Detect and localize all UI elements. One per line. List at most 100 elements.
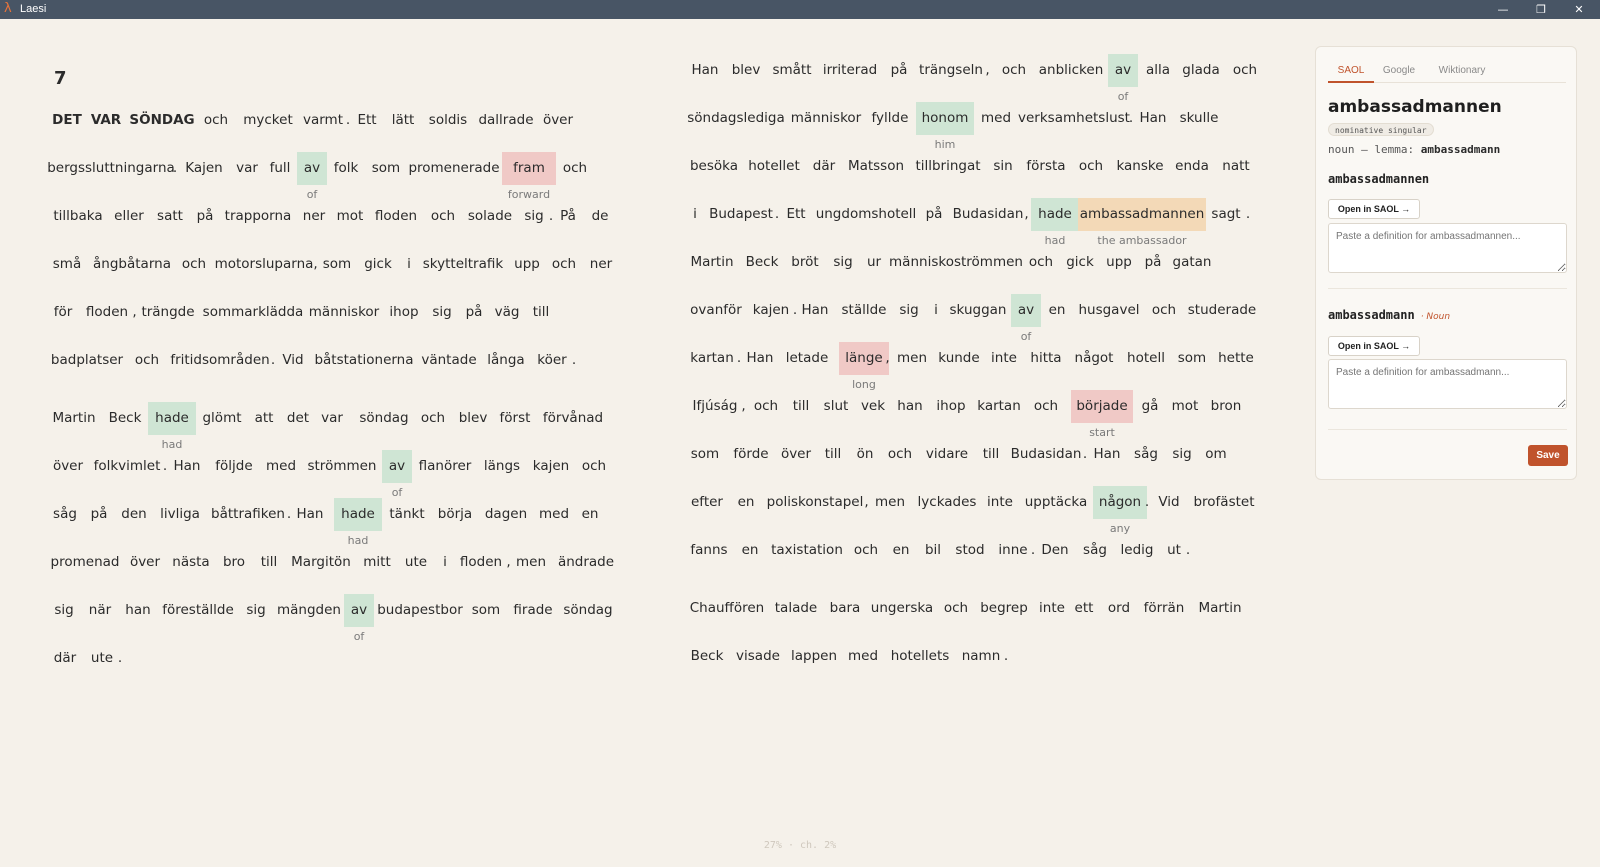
word[interactable]: båttrafiken bbox=[207, 486, 289, 534]
word[interactable]: med bbox=[533, 486, 575, 534]
word[interactable]: Han bbox=[1087, 426, 1127, 474]
word[interactable]: VAR bbox=[86, 92, 126, 140]
word[interactable]: mitt bbox=[357, 534, 397, 582]
word[interactable]: ungdomshotell bbox=[813, 186, 919, 234]
word[interactable]: en bbox=[575, 486, 605, 534]
word[interactable]: något bbox=[1069, 330, 1119, 378]
word[interactable]: enda bbox=[1169, 138, 1215, 186]
word[interactable]: fritidsområden bbox=[167, 332, 273, 380]
word[interactable]: söndag bbox=[354, 390, 414, 438]
word[interactable]: söndagslediga bbox=[685, 90, 787, 138]
word[interactable]: och bbox=[197, 92, 235, 140]
word[interactable]: i bbox=[399, 236, 419, 284]
highlighted-word[interactable]: av of bbox=[1011, 282, 1041, 343]
word[interactable]: . bbox=[110, 630, 130, 678]
word[interactable]: ute bbox=[398, 534, 434, 582]
word[interactable]: . bbox=[564, 332, 584, 380]
word[interactable]: och bbox=[1027, 378, 1065, 426]
word[interactable]: folk bbox=[327, 140, 365, 188]
word[interactable]: ovanför bbox=[685, 282, 747, 330]
word[interactable]: Vid bbox=[1151, 474, 1187, 522]
word[interactable]: följde bbox=[209, 438, 259, 486]
word[interactable]: trapporna bbox=[220, 188, 296, 236]
word[interactable]: Den bbox=[1035, 522, 1075, 570]
maximize-icon[interactable]: ❐ bbox=[1522, 0, 1560, 19]
word[interactable]: de bbox=[585, 188, 615, 236]
highlighted-word[interactable]: av of bbox=[297, 140, 327, 201]
close-icon[interactable]: ✕ bbox=[1560, 0, 1598, 19]
word[interactable]: och bbox=[414, 390, 452, 438]
word[interactable]: alla bbox=[1139, 42, 1177, 90]
word[interactable]: till bbox=[817, 426, 849, 474]
word[interactable]: till bbox=[525, 284, 557, 332]
highlighted-word[interactable]: började start bbox=[1071, 378, 1133, 439]
word[interactable]: ur bbox=[860, 234, 888, 282]
word[interactable]: på bbox=[459, 284, 489, 332]
word[interactable]: natt bbox=[1216, 138, 1256, 186]
word[interactable]: vek bbox=[855, 378, 891, 426]
word[interactable]: upp bbox=[1100, 234, 1138, 282]
word[interactable]: budapestbor bbox=[375, 582, 465, 630]
word[interactable]: strömmen bbox=[303, 438, 381, 486]
word[interactable]: lappen bbox=[786, 628, 842, 676]
word[interactable]: ledig bbox=[1114, 522, 1160, 570]
open-in-saol-button[interactable]: Open in SAOL → bbox=[1328, 199, 1420, 219]
word[interactable]: upptäcka bbox=[1020, 474, 1092, 522]
word[interactable]: och bbox=[1022, 234, 1060, 282]
word[interactable]: Matsson bbox=[842, 138, 910, 186]
word[interactable]: men bbox=[869, 474, 911, 522]
word[interactable]: bil bbox=[918, 522, 948, 570]
word[interactable]: Chauffören bbox=[685, 580, 769, 628]
word[interactable]: flanörer bbox=[413, 438, 477, 486]
word[interactable]: mängden bbox=[273, 582, 345, 630]
word[interactable]: förde bbox=[727, 426, 775, 474]
word[interactable]: en bbox=[735, 522, 765, 570]
word[interactable]: irriterad bbox=[817, 42, 883, 90]
word[interactable]: talade bbox=[769, 580, 823, 628]
word[interactable]: och bbox=[1145, 282, 1183, 330]
word[interactable]: tänkt bbox=[383, 486, 431, 534]
word[interactable]: hotellets bbox=[885, 628, 955, 676]
word[interactable]: taxistation bbox=[767, 522, 847, 570]
word[interactable]: dagen bbox=[479, 486, 533, 534]
word[interactable]: i bbox=[435, 534, 455, 582]
word[interactable]: Han bbox=[1133, 90, 1173, 138]
word[interactable]: Han bbox=[685, 42, 725, 90]
word[interactable]: hitta bbox=[1024, 330, 1068, 378]
word[interactable]: Han bbox=[740, 330, 780, 378]
word[interactable]: och bbox=[1226, 42, 1264, 90]
word[interactable]: på bbox=[884, 42, 914, 90]
word[interactable]: trängseln bbox=[914, 42, 988, 90]
highlighted-word[interactable]: av of bbox=[382, 438, 412, 499]
word[interactable]: promenerade bbox=[406, 140, 502, 188]
word[interactable]: att bbox=[248, 390, 280, 438]
word[interactable]: begrep bbox=[975, 580, 1033, 628]
highlighted-word[interactable]: av of bbox=[344, 582, 374, 643]
word[interactable]: gick bbox=[358, 236, 398, 284]
word[interactable]: ångbåtarna bbox=[89, 236, 175, 284]
word[interactable]: och bbox=[128, 332, 166, 380]
word[interactable]: bergssluttningarna bbox=[47, 140, 175, 188]
word[interactable]: sig bbox=[1165, 426, 1199, 474]
word[interactable]: som bbox=[366, 140, 406, 188]
word[interactable]: anblicken bbox=[1033, 42, 1109, 90]
word[interactable]: blev bbox=[453, 390, 493, 438]
word[interactable]: slut bbox=[817, 378, 855, 426]
word[interactable]: eller bbox=[108, 188, 150, 236]
open-in-saol-button[interactable]: Open in SAOL → bbox=[1328, 336, 1420, 356]
word[interactable]: såg bbox=[47, 486, 83, 534]
word[interactable]: bröt bbox=[785, 234, 825, 282]
word[interactable]: kartan bbox=[972, 378, 1026, 426]
word[interactable]: mot bbox=[1166, 378, 1204, 426]
word[interactable]: ungerska bbox=[867, 580, 937, 628]
word[interactable]: stod bbox=[949, 522, 991, 570]
word[interactable]: besöka bbox=[685, 138, 743, 186]
word[interactable]: människor bbox=[787, 90, 865, 138]
word[interactable]: på bbox=[919, 186, 949, 234]
word[interactable]: lyckades bbox=[913, 474, 981, 522]
word[interactable]: Han bbox=[290, 486, 330, 534]
word[interactable]: där bbox=[806, 138, 842, 186]
word[interactable]: det bbox=[281, 390, 315, 438]
word[interactable]: trängde bbox=[137, 284, 199, 332]
word[interactable]: och bbox=[424, 188, 462, 236]
